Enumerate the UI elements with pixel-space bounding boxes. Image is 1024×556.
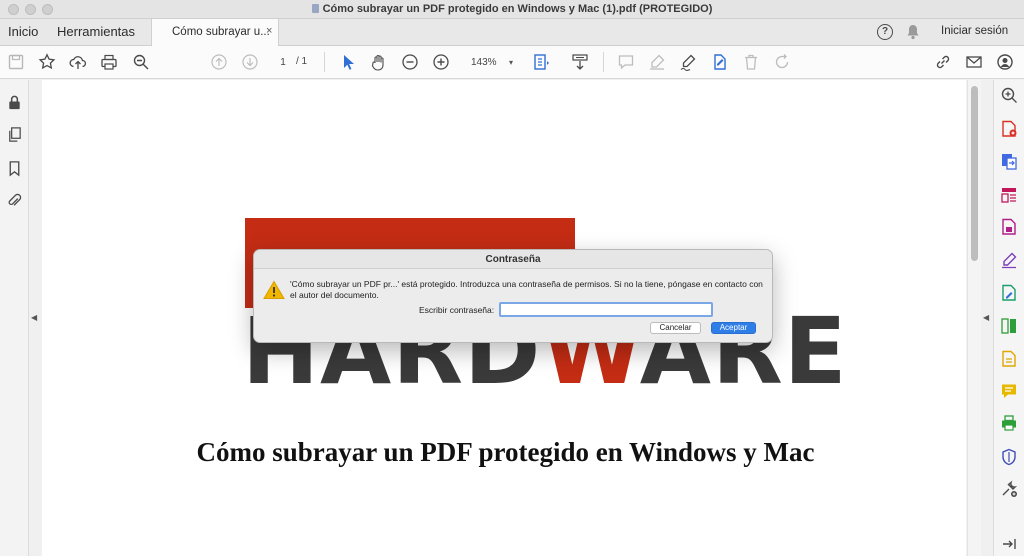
link-icon[interactable] xyxy=(933,52,953,72)
page-total: / 1 xyxy=(296,56,308,67)
combine-files-icon[interactable] xyxy=(1000,350,1018,368)
zoom-search-icon[interactable] xyxy=(1000,86,1018,104)
toolbar: 1 / 1 143% ▾ xyxy=(0,46,1024,79)
create-pdf-icon[interactable] xyxy=(1000,120,1018,138)
select-arrow-icon[interactable] xyxy=(338,52,358,72)
upload-icon[interactable] xyxy=(68,52,88,72)
right-tools-rail xyxy=(993,80,1024,556)
zoom-select[interactable]: 143% ▾ xyxy=(463,54,517,71)
password-dialog: Contraseña 'Cómo subrayar un PDF pr...' … xyxy=(253,249,773,343)
warning-icon xyxy=(263,280,285,299)
print-icon[interactable] xyxy=(99,52,119,72)
password-input[interactable] xyxy=(499,302,713,317)
page-number-input[interactable]: 1 xyxy=(273,54,293,71)
close-tab-icon[interactable]: × xyxy=(266,25,272,37)
mail-icon[interactable] xyxy=(964,52,984,72)
toolbar-divider xyxy=(603,52,604,72)
comment-icon[interactable] xyxy=(616,52,636,72)
tab-document-label: Cómo subrayar u... xyxy=(172,26,270,38)
page-up-icon[interactable] xyxy=(209,52,229,72)
chevron-down-icon: ▾ xyxy=(508,58,513,67)
page-down-icon[interactable] xyxy=(240,52,260,72)
left-rail xyxy=(0,80,29,556)
more-tools-icon[interactable] xyxy=(1000,480,1018,498)
edit-pdf-icon[interactable] xyxy=(1000,284,1018,302)
tab-tools[interactable]: Herramientas xyxy=(57,24,135,39)
bookmark-icon[interactable] xyxy=(6,160,23,177)
zoom-out-icon[interactable] xyxy=(400,52,420,72)
highlight-icon[interactable] xyxy=(647,52,667,72)
save-icon[interactable] xyxy=(6,52,26,72)
dialog-title: Contraseña xyxy=(254,250,772,269)
sign-in-link[interactable]: Iniciar sesión xyxy=(941,25,1008,37)
fit-page-icon[interactable] xyxy=(531,52,551,72)
lock-icon[interactable] xyxy=(6,94,23,111)
organize-pages-icon[interactable] xyxy=(1000,186,1018,204)
cancel-button[interactable]: Cancelar xyxy=(650,322,701,334)
star-icon[interactable] xyxy=(37,52,57,72)
title-bar: Cómo subrayar un PDF protegido en Window… xyxy=(0,0,1024,19)
export-pdf-icon[interactable] xyxy=(1000,152,1018,170)
window-title-text: Cómo subrayar un PDF protegido en Window… xyxy=(322,3,713,15)
edit-text-icon[interactable] xyxy=(709,52,729,72)
collapse-right-icon[interactable]: ◀ xyxy=(983,313,989,322)
password-label: Escribir contraseña: xyxy=(419,305,495,315)
expand-panel-icon[interactable] xyxy=(1000,535,1018,553)
hand-icon[interactable] xyxy=(369,52,389,72)
scroll-thumb[interactable] xyxy=(971,86,978,261)
collapse-left-icon[interactable]: ◀ xyxy=(31,313,37,322)
protect-icon[interactable] xyxy=(1000,448,1018,466)
compare-files-icon[interactable] xyxy=(1000,317,1018,335)
delete-icon[interactable] xyxy=(741,52,761,72)
dialog-message: 'Cómo subrayar un PDF pr...' está proteg… xyxy=(290,279,763,300)
comment-tool-icon[interactable] xyxy=(1000,382,1018,400)
tab-bar: Inicio Herramientas Cómo subrayar u... ×… xyxy=(0,19,1024,46)
toolbar-divider xyxy=(324,52,325,72)
rotate-icon[interactable] xyxy=(772,52,792,72)
fill-sign-icon[interactable] xyxy=(1000,251,1018,269)
bell-icon[interactable] xyxy=(906,24,920,40)
vertical-scrollbar[interactable] xyxy=(967,80,981,556)
accept-button[interactable]: Aceptar xyxy=(711,322,756,334)
help-icon[interactable]: ? xyxy=(877,24,893,40)
attachment-icon[interactable] xyxy=(6,192,23,209)
print-production-icon[interactable] xyxy=(1000,414,1018,432)
zoom-value: 143% xyxy=(471,57,497,68)
zoom-in-icon[interactable] xyxy=(431,52,451,72)
sign-icon[interactable] xyxy=(678,52,698,72)
scroll-mode-icon[interactable] xyxy=(570,52,590,72)
zoom-out-search-icon[interactable] xyxy=(131,52,151,72)
document-icon xyxy=(311,4,319,13)
tab-home[interactable]: Inicio xyxy=(8,24,38,39)
pages-icon[interactable] xyxy=(6,126,23,143)
document-heading: Cómo subrayar un PDF protegido en Window… xyxy=(196,437,815,467)
window-title: Cómo subrayar un PDF protegido en Window… xyxy=(0,3,1024,15)
compress-icon[interactable] xyxy=(1000,218,1018,236)
account-icon[interactable] xyxy=(995,52,1015,72)
tab-document[interactable]: Cómo subrayar u... × xyxy=(151,19,279,46)
